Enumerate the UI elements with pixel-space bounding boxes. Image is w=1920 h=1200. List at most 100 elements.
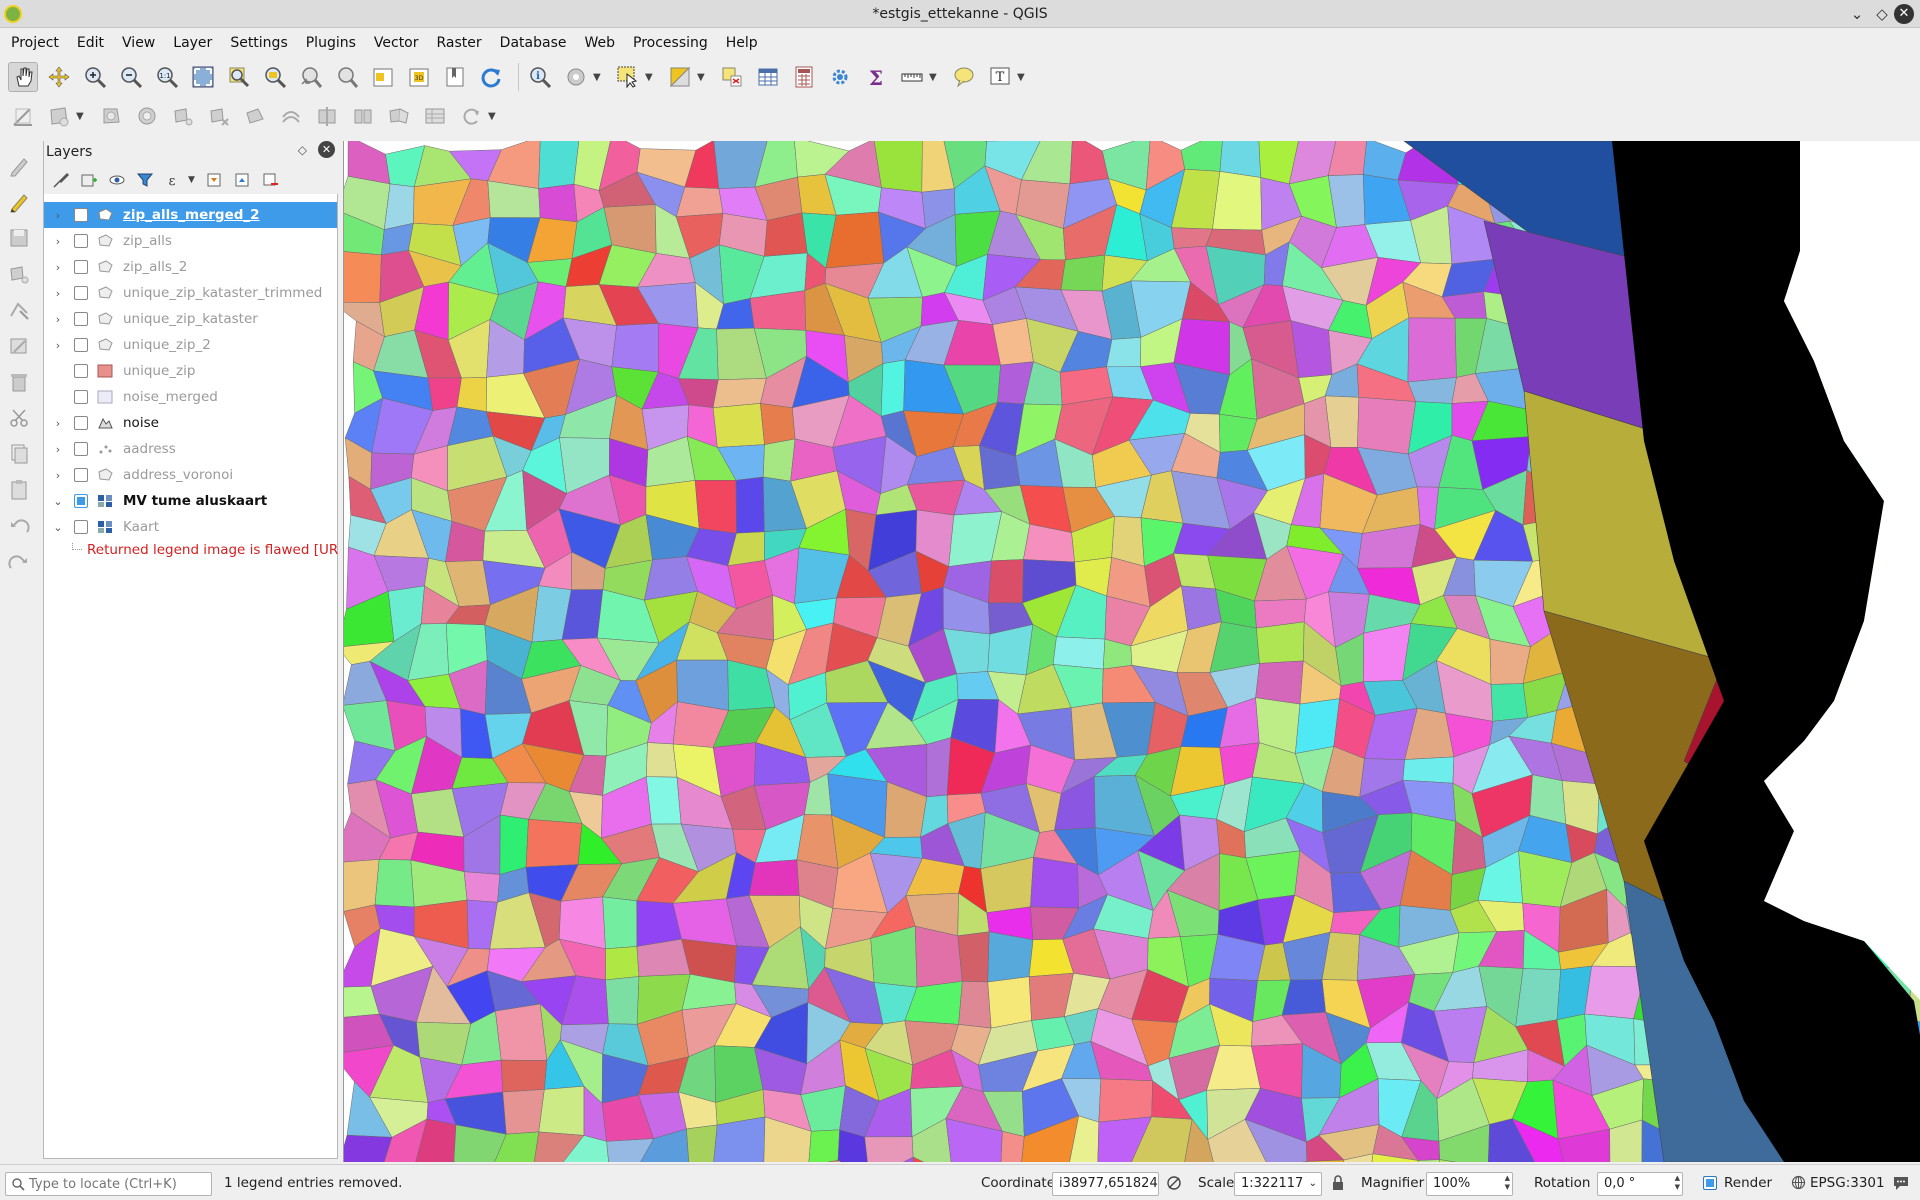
layer-row[interactable]: › address_voronoi xyxy=(44,462,337,488)
chevron-down-icon[interactable]: ▼ xyxy=(697,72,709,83)
expand-arrow-icon[interactable]: › xyxy=(50,313,66,326)
split-parts-icon[interactable] xyxy=(348,101,378,131)
messages-icon[interactable] xyxy=(1892,1175,1910,1195)
menu-help[interactable]: Help xyxy=(717,30,767,56)
zoom-in-icon[interactable] xyxy=(80,62,110,92)
layer-visibility-checkbox[interactable] xyxy=(74,260,88,274)
layer-visibility-checkbox[interactable] xyxy=(74,234,88,248)
layer-visibility-checkbox[interactable] xyxy=(74,468,88,482)
layer-row[interactable]: › zip_alls_merged_2 xyxy=(44,202,337,228)
statistical-summary-icon[interactable]: Σ xyxy=(861,62,891,92)
layer-row[interactable]: › unique_zip_2 xyxy=(44,332,337,358)
offset-curve-icon[interactable] xyxy=(276,101,306,131)
zoom-native-icon[interactable]: 1:1 xyxy=(152,62,182,92)
layer-visibility-checkbox[interactable] xyxy=(74,208,88,222)
chevron-down-icon[interactable]: ▼ xyxy=(1017,72,1029,83)
map-tips-icon[interactable] xyxy=(949,62,979,92)
restore-button[interactable]: ◇ xyxy=(1872,4,1892,24)
paste-features-icon[interactable] xyxy=(4,474,34,506)
expand-arrow-icon[interactable]: › xyxy=(50,417,66,430)
menu-view[interactable]: View xyxy=(113,30,164,56)
delete-selected-icon[interactable] xyxy=(4,366,34,398)
manage-map-themes-icon[interactable] xyxy=(104,168,130,192)
layer-row[interactable]: › unique_zip_kataster xyxy=(44,306,337,332)
menu-vector[interactable]: Vector xyxy=(365,30,428,56)
menu-plugins[interactable]: Plugins xyxy=(297,30,365,56)
expand-all-icon[interactable] xyxy=(201,168,227,192)
expand-arrow-icon[interactable]: › xyxy=(50,287,66,300)
menu-layer[interactable]: Layer xyxy=(164,30,221,56)
chevron-down-icon[interactable]: ▼ xyxy=(645,72,657,83)
expand-arrow-icon[interactable]: › xyxy=(50,339,66,352)
layer-visibility-checkbox[interactable] xyxy=(74,364,88,378)
expand-arrow-icon[interactable]: ⌄ xyxy=(50,495,66,508)
copy-features-icon[interactable] xyxy=(4,438,34,470)
select-by-value-icon[interactable] xyxy=(665,62,695,92)
fill-ring-icon[interactable] xyxy=(96,101,126,131)
merge-attributes-icon[interactable] xyxy=(420,101,450,131)
map-canvas[interactable] xyxy=(343,141,1920,1162)
add-part-icon[interactable] xyxy=(168,101,198,131)
layer-row[interactable]: noise_merged xyxy=(44,384,337,410)
crs-label[interactable]: EPSG:3301 xyxy=(1810,1175,1885,1191)
redo-icon[interactable] xyxy=(4,546,34,578)
layer-visibility-checkbox[interactable] xyxy=(74,520,88,534)
text-annotation-icon[interactable]: T xyxy=(985,62,1015,92)
attribute-table-icon[interactable] xyxy=(753,62,783,92)
minimize-button[interactable]: ⌄ xyxy=(1847,4,1867,24)
identify-icon[interactable]: i xyxy=(525,62,555,92)
menu-project[interactable]: Project xyxy=(2,30,68,56)
filter-by-expression-icon[interactable]: ε xyxy=(160,168,186,192)
reshape-features-icon[interactable] xyxy=(240,101,270,131)
expand-arrow-icon[interactable]: › xyxy=(50,261,66,274)
layer-visibility-checkbox[interactable] xyxy=(74,390,88,404)
coordinate-field[interactable]: i38977,6518243 xyxy=(1052,1172,1159,1196)
expand-arrow-icon[interactable]: › xyxy=(50,235,66,248)
style-manager-icon[interactable] xyxy=(48,168,74,192)
digitize-angle-icon[interactable] xyxy=(8,101,38,131)
zoom-full-icon[interactable] xyxy=(188,62,218,92)
zoom-last-icon[interactable] xyxy=(296,62,326,92)
menu-web[interactable]: Web xyxy=(575,30,624,56)
cut-features-icon[interactable] xyxy=(4,402,34,434)
zoom-to-layer-icon[interactable] xyxy=(260,62,290,92)
zoom-out-icon[interactable] xyxy=(116,62,146,92)
render-checkbox[interactable] xyxy=(1703,1176,1717,1190)
float-panel-icon[interactable]: ◇ xyxy=(298,143,307,157)
rotate-point-symbols-icon[interactable] xyxy=(456,101,486,131)
modify-attributes-icon[interactable] xyxy=(4,330,34,362)
close-panel-icon[interactable]: ✕ xyxy=(318,141,335,158)
field-calculator-icon[interactable] xyxy=(789,62,819,92)
layer-visibility-checkbox[interactable] xyxy=(74,312,88,326)
chevron-down-icon[interactable]: ▼ xyxy=(593,72,605,83)
refresh-icon[interactable] xyxy=(476,62,506,92)
expand-arrow-icon[interactable]: › xyxy=(50,209,66,222)
close-button[interactable]: ✕ xyxy=(1894,4,1914,24)
lock-scale-icon[interactable] xyxy=(1331,1175,1345,1195)
chevron-down-icon[interactable]: ▼ xyxy=(929,72,941,83)
layer-visibility-checkbox[interactable] xyxy=(74,416,88,430)
chevron-down-icon[interactable]: ▼ xyxy=(488,111,500,122)
merge-features-icon[interactable] xyxy=(384,101,414,131)
new-map-view-icon[interactable] xyxy=(368,62,398,92)
chevron-down-icon[interactable]: ▼ xyxy=(188,175,195,185)
toggle-extents-icon[interactable] xyxy=(1166,1175,1182,1195)
save-edits-icon[interactable] xyxy=(4,222,34,254)
chevron-down-icon[interactable]: ▼ xyxy=(76,111,88,122)
measure-icon[interactable] xyxy=(897,62,927,92)
select-feature-icon[interactable] xyxy=(613,62,643,92)
menu-edit[interactable]: Edit xyxy=(68,30,113,56)
delete-part-icon[interactable] xyxy=(204,101,234,131)
remove-layer-icon[interactable] xyxy=(257,168,283,192)
add-feature-icon[interactable] xyxy=(4,258,34,290)
zoom-next-icon[interactable] xyxy=(332,62,362,92)
layer-row[interactable]: › unique_zip_kataster_trimmed xyxy=(44,280,337,306)
new-bookmark-icon[interactable] xyxy=(440,62,470,92)
layer-row[interactable]: ⌄ Kaart xyxy=(44,514,337,540)
add-group-icon[interactable] xyxy=(76,168,102,192)
current-edits-icon[interactable] xyxy=(4,150,34,182)
toggle-editing-icon[interactable] xyxy=(4,186,34,218)
layer-visibility-checkbox[interactable] xyxy=(74,494,88,508)
layer-row[interactable]: › aadress xyxy=(44,436,337,462)
menu-database[interactable]: Database xyxy=(491,30,576,56)
